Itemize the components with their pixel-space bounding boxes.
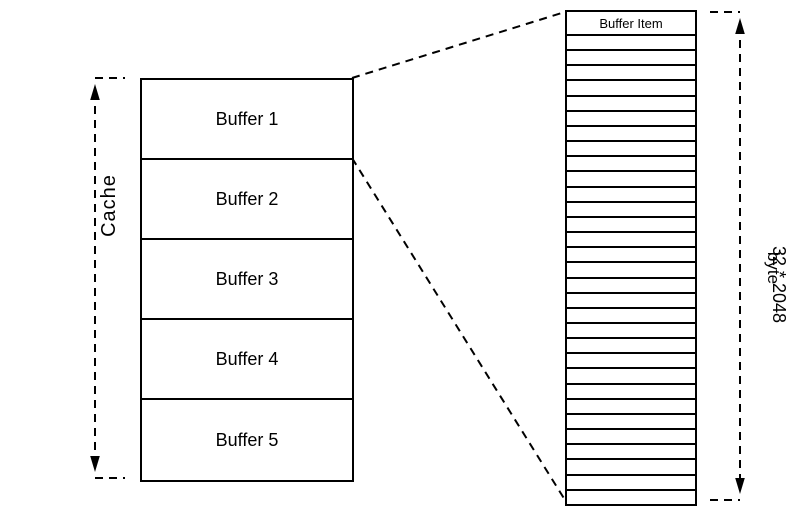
buffer-item-row [567,354,695,369]
buffer-item-row [567,263,695,278]
buffer-item-row [567,400,695,415]
buffer-item-row [567,233,695,248]
cache-label: Cache [98,174,121,237]
cache-cell-2: Buffer 2 [142,160,352,240]
buffer-item-row [567,385,695,400]
buffer-item-row [567,142,695,157]
cache-box: Buffer 1 Buffer 2 Buffer 3 Buffer 4 Buff… [140,78,354,482]
buffer-item-row [567,112,695,127]
buffer-item-row [567,339,695,354]
buffer-item-row [567,218,695,233]
buffer-item-row [567,445,695,460]
buffer-item-row [567,172,695,187]
buffer-item-row [567,127,695,142]
buffer-item-row [567,369,695,384]
buffer-item-row [567,460,695,475]
buffer-item-row [567,248,695,263]
buffer-item-row [567,97,695,112]
buffer-item-row [567,324,695,339]
cache-cell-5: Buffer 5 [142,400,352,480]
buffer-item-row [567,188,695,203]
size-label-line2: byte [763,252,783,284]
cache-cell-1: Buffer 1 [142,80,352,160]
buffer-item-row [567,491,695,504]
cache-label-text: Cache [98,174,120,237]
buffer-detail-box: Buffer Item [565,10,697,506]
buffer-item-row [567,203,695,218]
size-bracket [710,12,740,500]
buffer-item-header: Buffer Item [567,12,695,36]
cache-cell-3: Buffer 3 [142,240,352,320]
buffer-item-row [567,294,695,309]
buffer-item-row [567,415,695,430]
expansion-lines [352,12,565,500]
buffer-item-row [567,157,695,172]
buffer-item-row [567,36,695,51]
buffer-item-row [567,430,695,445]
cache-cell-4: Buffer 4 [142,320,352,400]
buffer-item-row [567,66,695,81]
buffer-item-row [567,279,695,294]
buffer-item-row [567,476,695,491]
buffer-item-row [567,51,695,66]
buffer-item-row [567,81,695,96]
buffer-item-row [567,309,695,324]
cache-bracket [95,78,125,478]
